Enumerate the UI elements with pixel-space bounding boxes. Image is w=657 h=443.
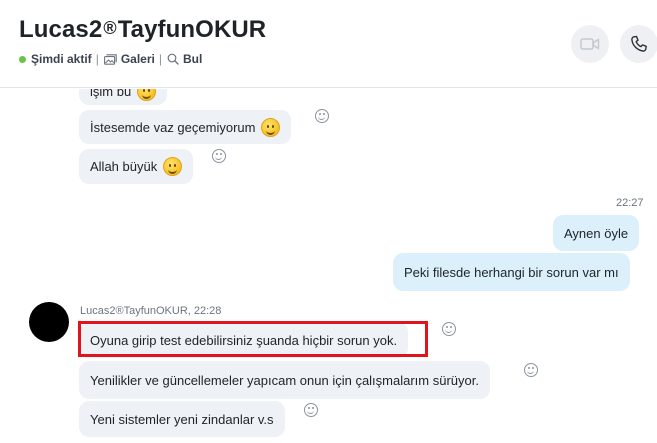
message-bubble-incoming[interactable]: Allah büyük [79,149,194,184]
message-bubble-incoming[interactable]: Yenilikler ve güncellemeler yapıcam onun… [79,361,490,399]
smiley-emoji-icon [163,157,183,176]
presence-status: Şimdi aktif [31,52,92,66]
message-text: Allah büyük [90,159,158,174]
message-text: Aynen öyle [564,225,629,241]
audio-call-button[interactable] [620,25,657,63]
add-reaction-icon[interactable] [442,322,456,336]
contact-name[interactable]: Lucas2®TayfunOKUR [19,16,266,44]
online-status-dot [19,55,26,63]
message-bubble-incoming[interactable]: İstesemde vaz geçemiyorum [79,110,292,144]
search-icon [167,53,179,65]
contact-avatar[interactable] [29,302,69,342]
highlight-box [78,321,428,357]
contact-subline: Şimdi aktif | Galeri | Bul [19,52,202,66]
smiley-emoji-icon [137,89,157,101]
add-reaction-icon[interactable] [304,403,318,417]
search-link[interactable]: Bul [167,52,202,66]
chat-header: Lucas2®TayfunOKUR Şimdi aktif | Galeri |… [0,0,657,88]
sender-and-time: Lucas2®TayfunOKUR, 22:28 [80,305,222,317]
add-reaction-icon[interactable] [212,149,226,163]
message-text: Yenilikler ve güncellemeler yapıcam onun… [90,372,479,388]
phone-call-icon [631,35,647,52]
video-call-button[interactable] [571,25,609,63]
message-bubble-outgoing[interactable]: Peki filesde herhangi bir sorun var mı [393,253,630,291]
message-bubble-outgoing[interactable]: Aynen öyle [553,215,640,251]
add-reaction-icon[interactable] [315,109,329,123]
contact-name-part1: Lucas2 [19,16,103,43]
video-call-icon [580,38,600,50]
gallery-icon [103,53,117,65]
message-text: işim bu [90,89,132,99]
gallery-link[interactable]: Galeri [103,52,155,66]
registered-mark: ® [103,18,117,38]
contact-name-part2: TayfunOKUR [117,16,267,43]
message-text: Peki filesde herhangi bir sorun var mı [404,264,619,280]
message-list[interactable]: işim bu İstesemde vaz geçemiyorum Allah … [0,89,657,443]
search-label: Bul [182,52,203,66]
message-text: Yeni sistemler yeni zindanlar v.s [90,411,274,427]
message-bubble-incoming[interactable]: işim bu [79,89,168,105]
separator: | [95,52,99,66]
add-reaction-icon[interactable] [524,363,538,377]
gallery-label: Galeri [120,52,155,66]
message-bubble-incoming[interactable]: Yeni sistemler yeni zindanlar v.s [79,401,285,437]
message-timestamp: 22:27 [616,197,644,209]
smiley-emoji-icon [261,117,281,137]
message-text: İstesemde vaz geçemiyorum [90,119,256,135]
separator: | [158,52,162,66]
